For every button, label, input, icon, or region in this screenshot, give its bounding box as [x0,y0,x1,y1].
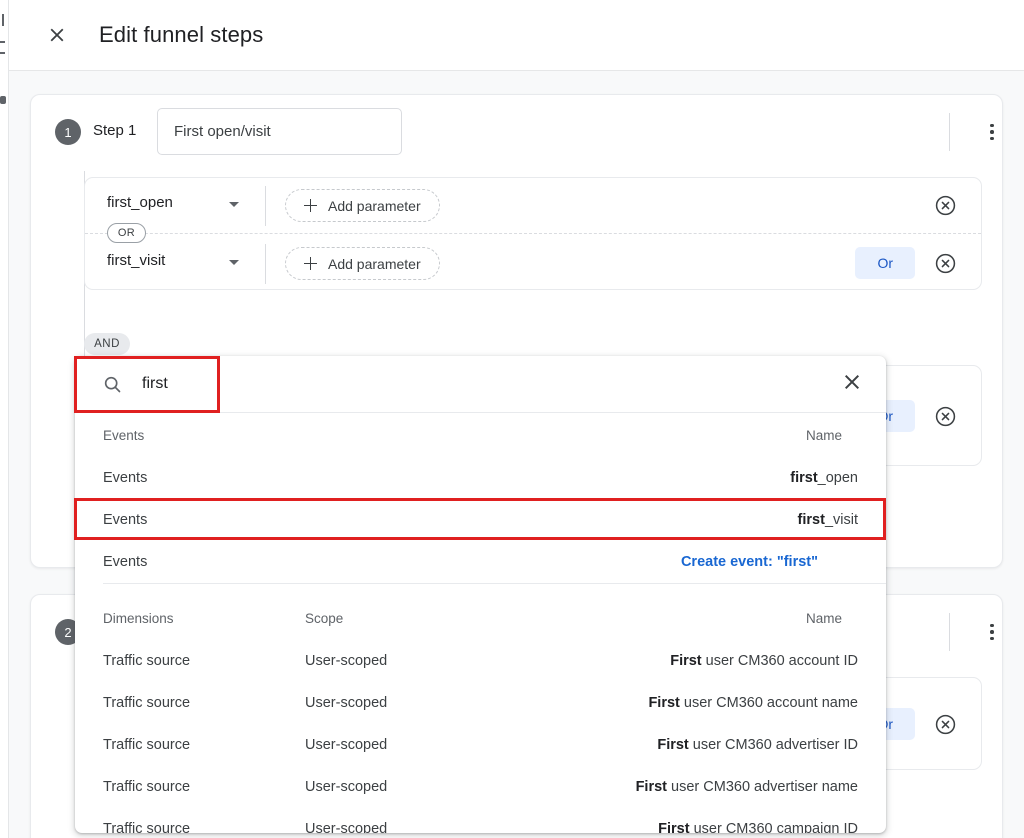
result-name-rest: user CM360 advertiser name [667,779,858,795]
list-item-create-event[interactable]: Events Create event: "first" [75,541,886,583]
result-scope: User-scoped [305,695,388,711]
list-item[interactable]: Events first_open [75,457,886,499]
result-scope: User-scoped [305,779,388,795]
add-parameter-button-1[interactable]: Add parameter [285,189,440,222]
condition-row-1: first_open Add parameter [85,178,981,233]
result-name: first_open [790,470,858,486]
dimensions-scope-header: Scope [305,610,344,626]
step-2-divider [949,613,950,651]
result-name-match: First [670,653,702,669]
search-input[interactable] [140,370,740,398]
dropdown-results-list[interactable]: Events Name Events first_open Events fir… [75,413,886,833]
step-1-header: 1 Step 1 [31,95,1002,171]
result-scope: User-scoped [305,737,388,753]
events-name-header: Name [805,427,842,443]
search-icon [102,374,123,400]
result-group: Events [103,554,148,570]
remove-condition-icon-1[interactable] [934,194,957,217]
result-name-rest: user CM360 account name [679,695,858,711]
sliver-mark-2 [0,41,5,43]
remove-condition-icon-2[interactable] [934,252,957,275]
events-group-header: Events [103,427,145,443]
remove-condition-icon-4[interactable] [934,713,957,736]
result-name-match: First [648,695,680,711]
clear-search-icon[interactable] [840,370,868,398]
or-button-1[interactable]: Or [855,247,915,279]
section-divider [103,583,886,584]
condition-group-1: first_open Add parameter OR first_visit … [84,177,982,290]
condition-divider [265,244,266,284]
chevron-down-icon[interactable] [229,202,239,207]
result-name-rest: user CM360 advertiser ID [688,737,858,753]
step-1-divider [949,113,950,151]
result-group: Traffic source [103,653,191,669]
and-chip: AND [84,333,130,355]
close-icon[interactable] [35,13,79,57]
result-name-rest: _open [817,470,858,486]
screenshot-root: Edit funnel steps 1 Step 1 first_open [0,0,1024,838]
result-scope: User-scoped [305,653,388,669]
list-item[interactable]: Traffic source User-scoped First user CM… [75,808,886,833]
result-group: Traffic source [103,737,191,753]
result-name-match: first [797,512,825,528]
list-item[interactable]: Traffic source User-scoped First user CM… [75,682,886,724]
event-search-dropdown: Events Name Events first_open Events fir… [75,356,886,833]
result-name: First user CM360 account ID [670,653,858,669]
add-parameter-label: Add parameter [328,255,421,272]
more-vert-icon[interactable] [975,115,1009,149]
result-group: Traffic source [103,821,191,833]
step-name-input-1[interactable] [157,108,402,155]
dimensions-group-header: Dimensions [103,610,174,626]
chevron-down-icon[interactable] [229,260,239,265]
result-name-match: First [657,737,689,753]
result-name: First user CM360 advertiser name [636,779,858,795]
result-name-rest: user CM360 campaign ID [689,821,858,833]
condition-row-2: first_visit Add parameter Or [85,234,981,289]
plus-icon [304,257,317,270]
list-item[interactable]: Traffic source User-scoped First user CM… [75,724,886,766]
result-name-match: first [790,470,818,486]
result-group: Events [103,512,148,528]
list-item[interactable]: Traffic source User-scoped First user CM… [75,640,886,682]
result-name-rest: user CM360 account ID [701,653,858,669]
dimensions-name-header: Name [805,610,842,626]
step-label-1: Step 1 [93,122,137,139]
result-group: Events [103,470,148,486]
dropdown-search-bar [75,356,886,413]
list-item[interactable]: Events first_visit [75,499,886,541]
add-parameter-label: Add parameter [328,197,421,214]
sliver-mark-3 [0,52,5,54]
result-group: Traffic source [103,779,191,795]
sliver-mark-4 [0,96,6,104]
dialog-header: Edit funnel steps [9,0,1024,71]
result-scope: User-scoped [305,821,388,833]
plus-icon [304,199,317,212]
sliver-mark-1 [2,14,4,26]
left-sidebar-sliver [0,0,9,838]
result-group: Traffic source [103,695,191,711]
result-name: First user CM360 campaign ID [658,821,858,833]
remove-condition-icon-3[interactable] [934,405,957,428]
more-vert-icon[interactable] [975,615,1009,649]
create-event-link[interactable]: Create event: "first" [681,554,818,570]
events-section-header: Events Name [75,413,886,457]
result-name: First user CM360 account name [648,695,858,711]
result-name-rest: _visit [824,512,858,528]
dimensions-section-header: Dimensions Scope Name [75,596,886,640]
list-item[interactable]: Traffic source User-scoped First user CM… [75,766,886,808]
step-number-badge-1: 1 [55,119,81,145]
result-name-match: First [658,821,690,833]
result-name: first_visit [798,512,858,528]
result-name-match: First [635,779,667,795]
condition-divider [265,186,266,226]
result-name: First user CM360 advertiser ID [657,737,858,753]
add-parameter-button-2[interactable]: Add parameter [285,247,440,280]
page-title: Edit funnel steps [99,22,264,47]
